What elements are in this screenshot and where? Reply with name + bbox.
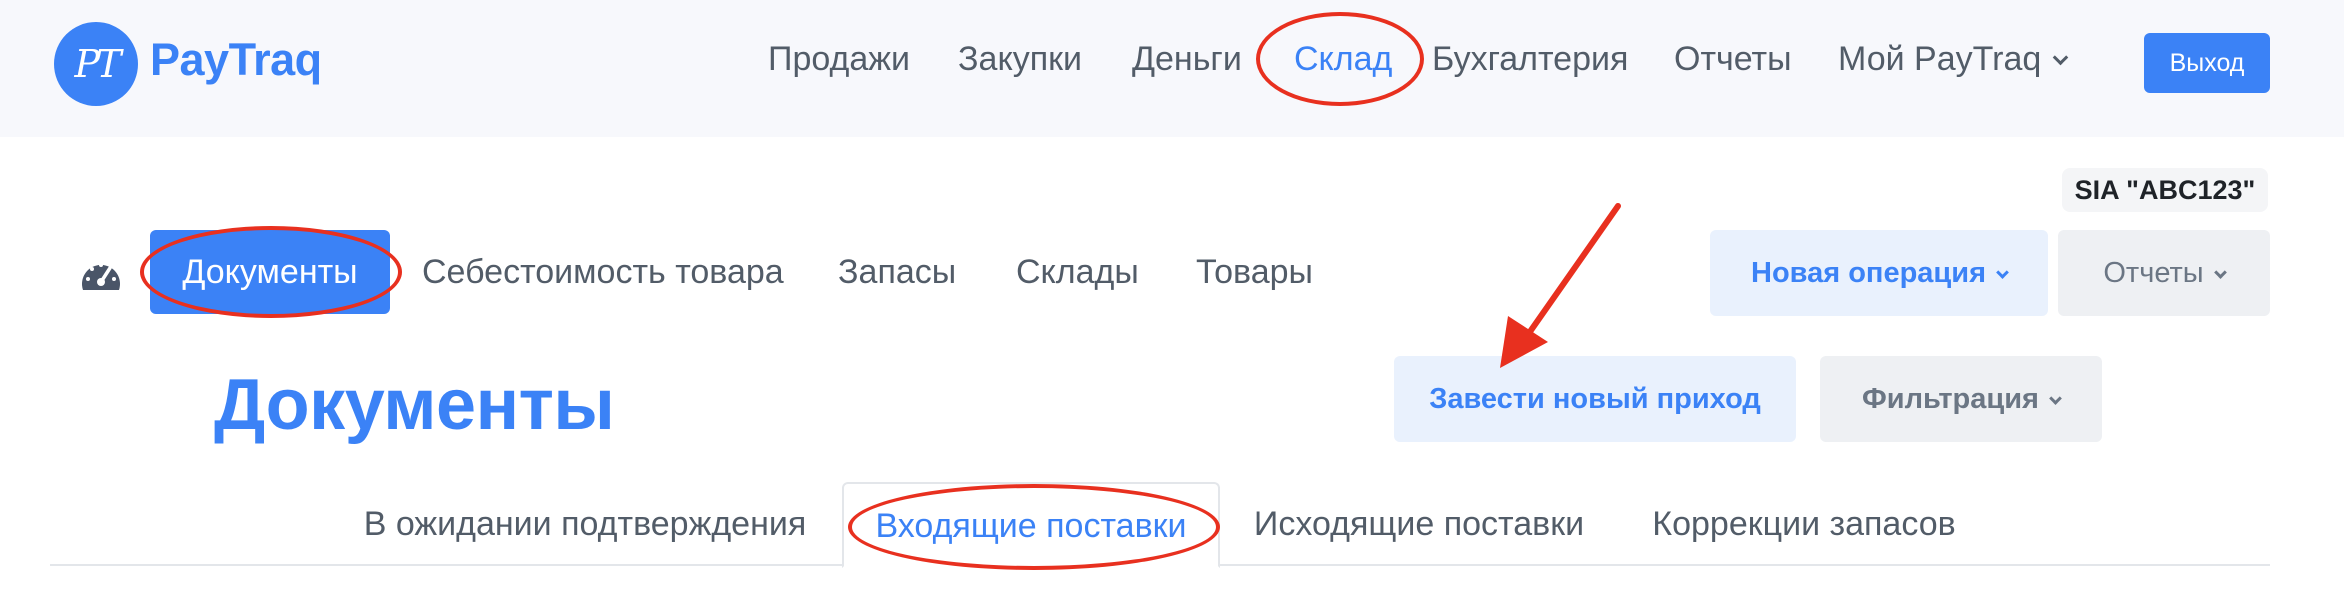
new-operation-button[interactable]: Новая операция — [1710, 230, 2048, 316]
tab-outgoing-deliveries[interactable]: Исходящие поставки — [1252, 482, 1586, 566]
nav-item-sales[interactable]: Продажи — [768, 40, 910, 79]
tab-incoming-deliveries[interactable]: Входящие поставки — [842, 482, 1220, 568]
chevron-down-icon — [1996, 266, 2009, 279]
top-bar: PT PayTraq Продажи Закупки Деньги Склад … — [0, 0, 2344, 137]
tab-pending-confirmation[interactable]: В ожидании подтверждения — [360, 482, 810, 566]
subnav-warehouses[interactable]: Склады — [1016, 230, 1139, 314]
nav-item-purchases[interactable]: Закупки — [958, 40, 1082, 79]
chevron-down-icon — [2049, 392, 2062, 405]
company-badge[interactable]: SIA "ABC123" — [2062, 168, 2268, 212]
subnav-cost-of-goods[interactable]: Себестоимость товара — [422, 230, 784, 314]
subnav-documents[interactable]: Документы — [150, 230, 390, 314]
nav-item-money[interactable]: Деньги — [1132, 40, 1242, 79]
chevron-down-icon — [2213, 266, 2227, 279]
logout-button[interactable]: Выход — [2144, 33, 2270, 93]
subnav-stock[interactable]: Запасы — [838, 230, 956, 314]
filter-dropdown-button[interactable]: Фильтрация — [1820, 356, 2102, 442]
reports-dropdown-label: Отчеты — [2103, 257, 2204, 289]
chevron-down-icon — [2053, 49, 2069, 66]
dashboard-gauge-icon[interactable] — [78, 252, 124, 298]
nav-item-my-paytraq-label: Мой PayTraq — [1838, 40, 2042, 78]
nav-item-accounting[interactable]: Бухгалтерия — [1432, 40, 1628, 79]
nav-item-my-paytraq[interactable]: Мой PayTraq — [1838, 40, 2069, 79]
annotation-arrow — [1500, 203, 1621, 368]
new-receipt-button[interactable]: Завести новый приход — [1394, 356, 1796, 442]
nav-item-warehouse[interactable]: Склад — [1294, 40, 1392, 79]
reports-dropdown-button[interactable]: Отчеты — [2058, 230, 2270, 316]
tab-stock-corrections[interactable]: Коррекции запасов — [1648, 482, 1960, 566]
subnav-products[interactable]: Товары — [1196, 230, 1313, 314]
filter-label: Фильтрация — [1862, 383, 2039, 415]
new-operation-label: Новая операция — [1751, 257, 1986, 289]
page-title: Документы — [214, 365, 615, 445]
nav-item-reports[interactable]: Отчеты — [1674, 40, 1792, 79]
main-nav: Продажи Закупки Деньги Склад Бухгалтерия… — [0, 40, 2344, 90]
